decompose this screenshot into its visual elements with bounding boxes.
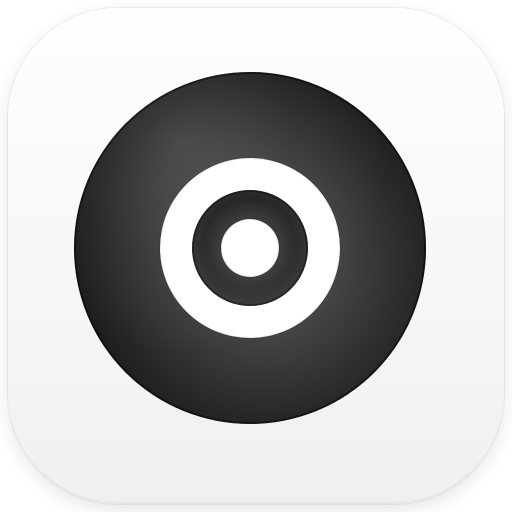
app-icon-tile[interactable] xyxy=(8,8,504,504)
cd-disc-icon xyxy=(74,72,426,424)
app-icon-screenshot xyxy=(0,0,512,512)
